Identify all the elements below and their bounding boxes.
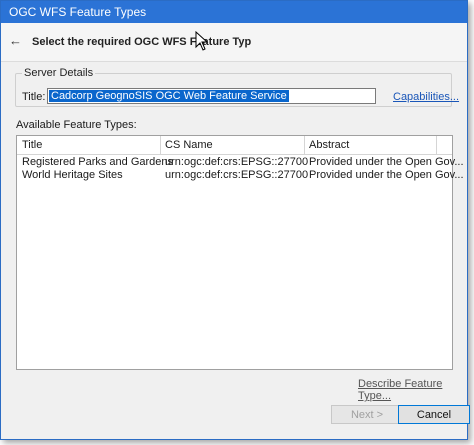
row-cs-name: urn:ogc:def:crs:EPSG::27700	[165, 169, 309, 181]
column-header-title[interactable]: Title	[22, 139, 42, 151]
row-cs-name: urn:ogc:def:crs:EPSG::27700	[165, 156, 309, 168]
list-header: Title CS Name Abstract	[17, 136, 452, 155]
next-button[interactable]: Next >	[331, 405, 403, 424]
capabilities-link[interactable]: Capabilities...	[393, 91, 459, 103]
row-abstract: Provided under the Open Gov...	[309, 169, 464, 181]
title-field[interactable]: Cadcorp GeognoSIS OGC Web Feature Servic…	[47, 88, 376, 104]
title-field-value: Cadcorp GeognoSIS OGC Web Feature Servic…	[49, 90, 289, 102]
wizard-header: ← Select the required OGC WFS Feature Ty…	[1, 23, 467, 62]
table-row[interactable]: Registered Parks and Gardens urn:ogc:def…	[17, 156, 464, 170]
server-details-legend: Server Details	[24, 67, 94, 79]
title-bar[interactable]: OGC WFS Feature Types	[1, 1, 467, 23]
column-header-abstract[interactable]: Abstract	[309, 139, 349, 151]
describe-feature-type-link[interactable]: Describe Feature Type...	[358, 378, 467, 402]
header-text: Select the required OGC WFS Feature Typ	[32, 36, 252, 48]
mouse-cursor-icon	[195, 31, 209, 51]
cancel-button[interactable]: Cancel	[398, 405, 470, 424]
column-divider[interactable]	[160, 136, 161, 154]
row-abstract: Provided under the Open Gov...	[309, 156, 464, 168]
title-label: Title:	[22, 91, 46, 103]
column-divider[interactable]	[304, 136, 305, 154]
row-title: Registered Parks and Gardens	[22, 156, 174, 168]
table-row[interactable]: World Heritage Sites urn:ogc:def:crs:EPS…	[17, 169, 464, 183]
back-arrow-icon[interactable]: ←	[9, 33, 22, 48]
window-title: OGC WFS Feature Types	[9, 5, 147, 19]
feature-types-list[interactable]: Title CS Name Abstract Registered Parks …	[16, 135, 464, 370]
server-details-group: Server Details Title: Cadcorp GeognoSIS …	[15, 67, 459, 107]
column-header-cs-name[interactable]: CS Name	[165, 139, 213, 151]
column-divider[interactable]	[436, 136, 437, 154]
row-title: World Heritage Sites	[22, 169, 123, 181]
dialog-window: OGC WFS Feature Types ← Select the requi…	[0, 0, 470, 440]
available-feature-types-label: Available Feature Types:	[16, 119, 137, 131]
